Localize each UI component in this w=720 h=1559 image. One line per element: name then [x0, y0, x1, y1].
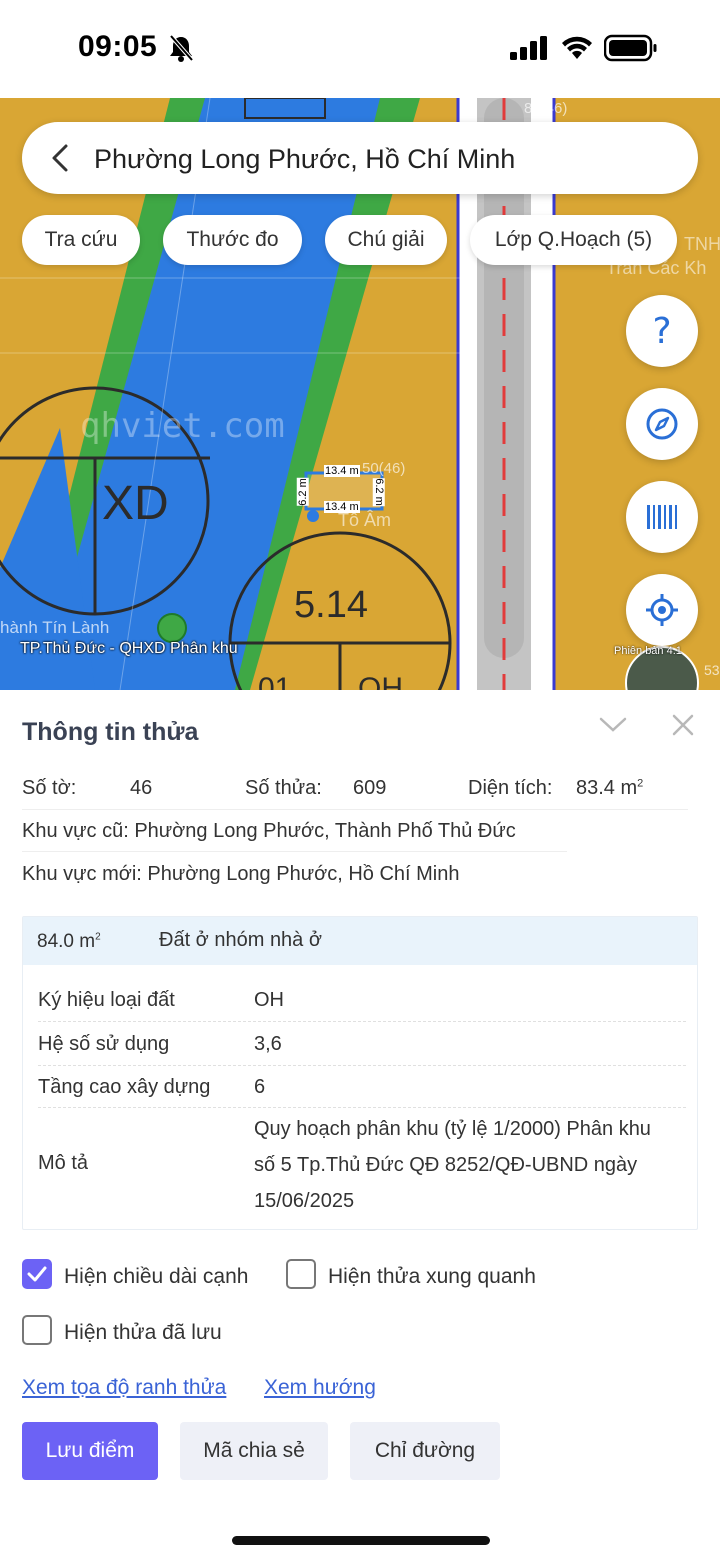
sheet-number-value: 46 — [130, 777, 153, 799]
chip-lookup[interactable]: Tra cứu — [22, 215, 140, 265]
parcel-label-top: 84(46) — [524, 100, 568, 117]
area-unit-sup: 2 — [637, 777, 644, 790]
status-bar: 09:05 — [0, 0, 720, 98]
parcel-number-value: 609 — [353, 777, 387, 799]
zoning-card-header: 84.0 m2 Đất ở nhóm nhà ở — [23, 917, 697, 965]
show-neighbors-checkbox[interactable] — [286, 1259, 316, 1289]
version-label: Phiên bản 4.1 — [614, 645, 682, 657]
battery-icon — [604, 34, 657, 62]
barcode-icon — [647, 505, 677, 529]
show-edge-length-label[interactable]: Hiện chiều dài cạnh — [64, 1265, 248, 1289]
show-neighbors-label[interactable]: Hiện thửa xung quanh — [328, 1265, 536, 1289]
signal-icon — [510, 36, 547, 60]
help-button[interactable]: ? — [626, 295, 698, 367]
zone-area: 84.0 m2 — [37, 931, 101, 953]
chip-planning-layers[interactable]: Lớp Q.Hoạch (5) — [470, 215, 677, 265]
help-icon: ? — [652, 310, 672, 352]
chevron-down-icon[interactable] — [598, 714, 628, 734]
home-indicator — [232, 1536, 490, 1545]
old-area-text: Khu vực cũ: Phường Long Phước, Thành Phố… — [22, 820, 516, 842]
chip-ruler[interactable]: Thước đo — [163, 215, 302, 265]
view-coordinates-link[interactable]: Xem tọa độ ranh thửa — [22, 1376, 226, 1400]
divider — [38, 1065, 686, 1066]
divider — [38, 1021, 686, 1022]
sheet-number-label: Số tờ: — [22, 777, 77, 799]
land-code-label: Ký hiệu loại đất — [38, 989, 175, 1011]
area-value: 83.4 m2 — [576, 777, 643, 800]
area-value-text: 83.4 m — [576, 777, 638, 799]
divider — [22, 851, 567, 852]
description-value: Quy hoạch phân khu (tỷ lệ 1/2000) Phân k… — [254, 1118, 651, 1212]
zone-code-center: 5.14 — [294, 584, 368, 626]
share-code-button[interactable]: Mã chia sẻ — [180, 1422, 328, 1480]
show-saved-checkbox[interactable] — [22, 1315, 52, 1345]
parcel-owner: Tô Âm — [338, 510, 392, 530]
back-arrow-icon[interactable] — [44, 142, 76, 174]
edge-length-left: 6.2 m — [296, 478, 309, 506]
locate-button[interactable] — [626, 574, 698, 646]
panel-title: Thông tin thửa — [22, 718, 199, 746]
edge-length-right: 6.2 m — [372, 478, 385, 506]
show-saved-label[interactable]: Hiện thửa đã lưu — [64, 1321, 222, 1345]
parcel-number-label: Số thửa: — [245, 777, 322, 799]
close-icon[interactable] — [671, 713, 695, 737]
land-code-value: OH — [254, 989, 284, 1011]
map-watermark: qhviet.com — [80, 406, 285, 446]
floors-label: Tầng cao xây dựng — [38, 1076, 211, 1098]
description-label: Mô tả — [38, 1152, 89, 1174]
status-time: 09:05 — [78, 30, 158, 63]
usage-ratio-label: Hệ số sử dụng — [38, 1033, 170, 1055]
street-label-left: hành Tín Lành — [0, 618, 110, 637]
zone-bottom-2: OH — [358, 672, 403, 690]
divider — [22, 809, 688, 810]
compass-button[interactable] — [626, 388, 698, 460]
view-direction-link[interactable]: Xem hướng — [264, 1376, 376, 1400]
zone-area-sup: 2 — [95, 931, 101, 943]
map-caption: TP.Thủ Đức - QHXD Phân khu — [20, 640, 238, 657]
floors-value: 6 — [254, 1076, 266, 1098]
location-title: Phường Long Phước, Hồ Chí Minh — [94, 144, 516, 174]
locate-icon — [646, 594, 678, 626]
barcode-button[interactable] — [626, 481, 698, 553]
chip-legend[interactable]: Chú giải — [325, 215, 447, 265]
parcel-label: 50(46) — [362, 460, 406, 477]
edge-length-top: 13.4 m — [324, 465, 360, 477]
zone-area-text: 84.0 m — [37, 931, 96, 952]
checkmark-icon — [27, 1266, 47, 1282]
zone-code-left: XD — [102, 477, 169, 530]
wifi-icon — [562, 36, 592, 59]
bell-slash-icon — [169, 34, 194, 62]
divider — [38, 1107, 686, 1108]
zone-bottom-1: 01 — [258, 672, 292, 690]
edge-number-right: 53 — [704, 662, 720, 678]
usage-ratio-value: 3,6 — [254, 1033, 282, 1055]
area-label: Diện tích: — [468, 777, 553, 799]
street-label-right-1: TNH — [684, 234, 720, 254]
location-search-bar[interactable]: Phường Long Phước, Hồ Chí Minh — [22, 122, 698, 194]
show-edge-length-checkbox[interactable] — [22, 1259, 52, 1289]
save-point-button[interactable]: Lưu điểm — [22, 1422, 158, 1480]
compass-icon — [646, 408, 678, 440]
directions-button[interactable]: Chỉ đường — [350, 1422, 500, 1480]
edge-length-bottom: 13.4 m — [324, 501, 360, 513]
zoning-card: 84.0 m2 Đất ở nhóm nhà ở Ký hiệu loại đấ… — [22, 916, 698, 1230]
new-area-text: Khu vực mới: Phường Long Phước, Hồ Chí M… — [22, 863, 460, 885]
parcel-info-panel: Thông tin thửa Số tờ: 46 Số thửa: 609 Di… — [0, 690, 720, 1559]
zone-type: Đất ở nhóm nhà ở — [159, 929, 322, 951]
